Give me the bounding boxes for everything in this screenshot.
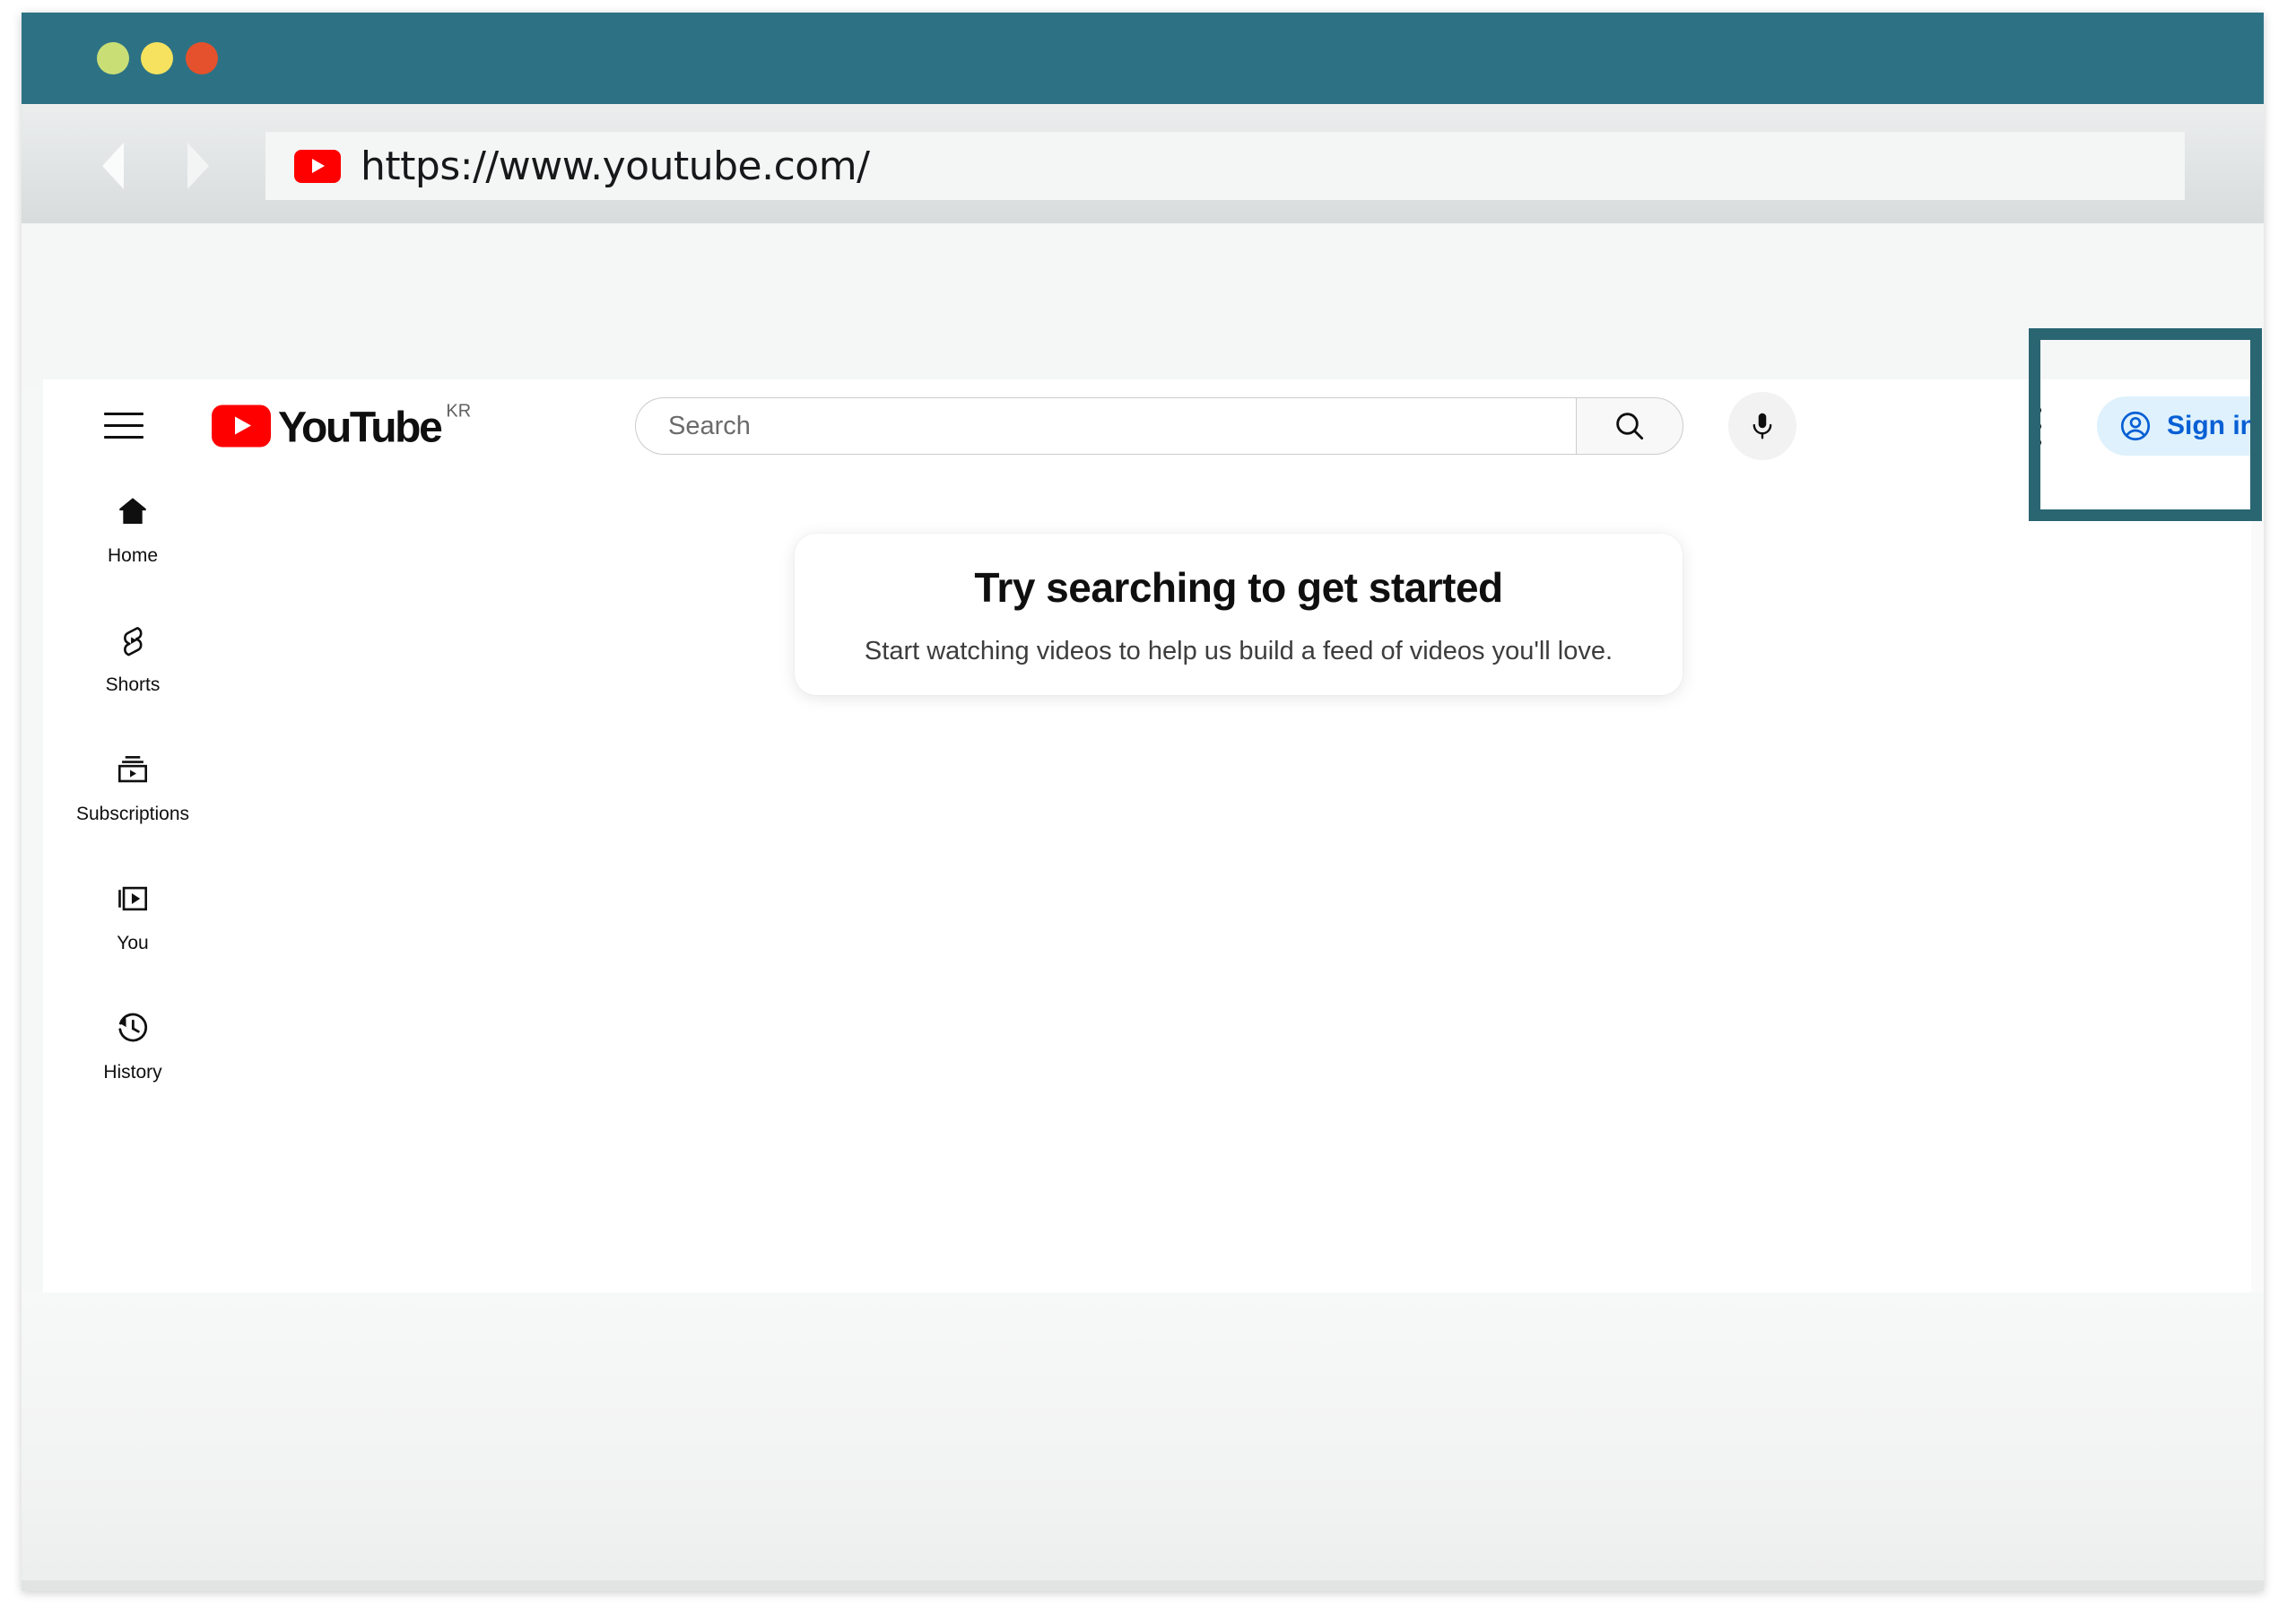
sidebar-item-history[interactable]: History [43,989,222,1118]
empty-state-title: Try searching to get started [974,563,1503,611]
back-arrow-icon[interactable] [102,143,124,189]
search-field-wrapper[interactable] [635,397,1576,455]
home-icon [114,489,152,534]
window-bottom-edge [22,1580,2264,1591]
sidebar-item-home[interactable]: Home [43,473,222,602]
youtube-country-code: KR [446,401,472,422]
sidebar-item-subscriptions[interactable]: Subscriptions [43,731,222,860]
youtube-logo[interactable]: YouTube KR [212,400,471,453]
history-clock-icon [114,1005,152,1050]
window-close-button[interactable] [97,42,129,74]
search-input[interactable] [666,410,1576,442]
sidebar-item-shorts[interactable]: Shorts [43,602,222,731]
screenshot-root: https://www.youtube.com/ YouTube KR Sear… [0,0,2296,1609]
youtube-favicon-icon [294,149,341,183]
sidebar-item-you[interactable]: You [43,860,222,989]
forward-arrow-icon[interactable] [187,143,209,189]
empty-state-subtitle: Start watching videos to help us build a… [864,636,1613,665]
sign-in-label: Sign in [2167,411,2257,440]
search-button[interactable] [1576,397,1683,455]
window-maximize-button[interactable] [186,42,218,74]
sidebar-label: Subscriptions [75,804,190,824]
account-circle-icon [2120,411,2151,441]
youtube-masthead: YouTube KR Search Sign in [43,379,2264,473]
sidebar-label: You [117,933,149,953]
youtube-sidebar: Home Shorts Subscriptions You History [43,473,222,1118]
youtube-logo-wordmark: YouTube [278,404,443,452]
you-library-icon [114,876,152,921]
empty-state-card: Try searching to get started Start watch… [795,534,1683,695]
youtube-page: YouTube KR Search Sign in Home Shorts Su… [43,379,2264,1292]
window-background-below-page [22,1292,2264,1591]
window-title-bar [22,13,2264,104]
page-scrollbar[interactable] [2251,379,2264,1292]
hamburger-icon[interactable] [104,413,144,439]
sidebar-label: History [103,1062,162,1083]
more-vertical-icon[interactable] [2025,401,2048,451]
microphone-icon [1752,413,1772,439]
sign-in-button[interactable]: Sign in [2097,396,2264,456]
subscriptions-icon [114,747,152,792]
search-icon [1616,413,1644,440]
window-minimize-button[interactable] [141,42,173,74]
youtube-play-icon [212,404,271,448]
search-group [635,392,1796,460]
sidebar-label: Shorts [105,674,161,695]
shorts-icon [114,618,152,663]
browser-window: https://www.youtube.com/ YouTube KR Sear… [22,13,2264,1591]
voice-search-button[interactable] [1728,392,1796,460]
page-top-gap [22,223,2264,388]
address-bar-url: https://www.youtube.com/ [361,143,870,189]
address-bar[interactable]: https://www.youtube.com/ [265,132,2185,200]
sidebar-label: Home [107,545,159,566]
